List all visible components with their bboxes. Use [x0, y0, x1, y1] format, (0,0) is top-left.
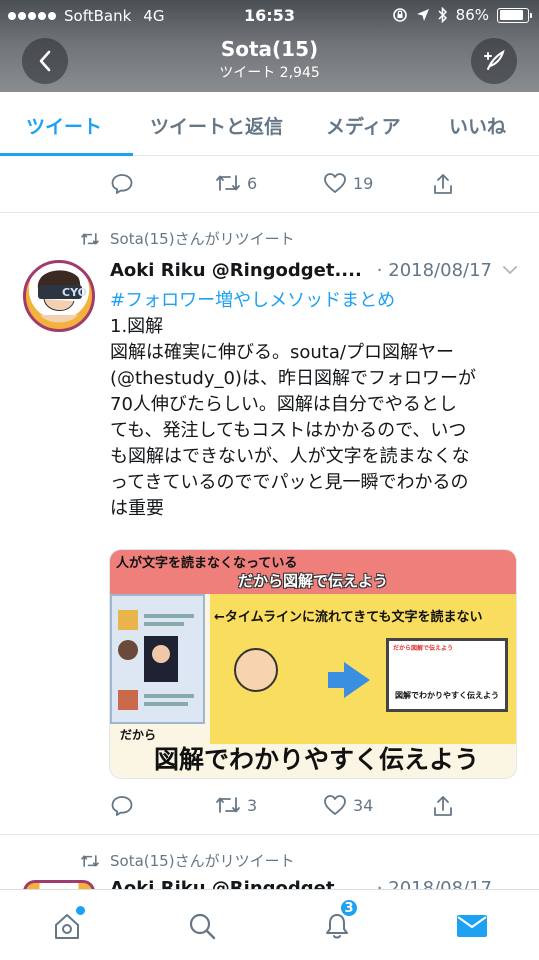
retweet-icon — [216, 797, 240, 813]
chevron-down-icon[interactable] — [502, 262, 518, 278]
tab-media[interactable]: メディア — [326, 112, 401, 139]
reply-button[interactable] — [110, 172, 134, 196]
avatar-image: CYO — [37, 270, 87, 323]
screen-title: だから図解で伝えよう — [393, 645, 454, 652]
svg-text:CYO: CYO — [62, 286, 87, 299]
profile-tabs: ツイート ツイートと返信 メディア いいね — [0, 92, 539, 156]
image-text-line2: だから図解で伝えよう — [237, 572, 388, 590]
notifications-badge: 3 — [339, 898, 359, 918]
retweet-icon — [216, 175, 240, 191]
new-content-dot — [76, 906, 85, 915]
share-icon — [434, 174, 452, 194]
bottom-navigation: 3 — [0, 889, 539, 960]
retweet-icon — [81, 232, 99, 245]
profile-name: Sota(15) — [220, 37, 319, 61]
previous-tweet-actions: 6 19 — [0, 172, 539, 202]
compose-feather-icon — [484, 49, 505, 70]
tweet-body: 1.図解 図解は確実に伸びる。souta/プロ図解ヤー (@thestudy_0… — [110, 316, 476, 519]
heart-icon — [324, 795, 346, 815]
screen-caption: 図解でわかりやすく伝えよう — [395, 691, 499, 700]
image-text-line1: 人が文字を読まなくなっている — [116, 556, 298, 571]
like-button[interactable]: 34 — [323, 794, 373, 816]
like-count: 34 — [353, 795, 374, 815]
home-icon — [55, 914, 79, 939]
retweet-count: 3 — [247, 795, 258, 815]
confused-person-illustration — [234, 648, 278, 692]
retweet-icon — [81, 854, 99, 867]
nav-notifications[interactable]: 3 — [317, 898, 359, 946]
retweeted-by: Sota(15)さんがリツイート — [80, 228, 295, 249]
author-name-handle[interactable]: Aoki Riku @Ringodget.... — [110, 260, 362, 281]
retweet-button[interactable]: 3 — [215, 794, 257, 816]
tab-tweets[interactable]: ツイート — [26, 112, 102, 139]
battery-level — [499, 10, 523, 20]
heart-icon — [324, 173, 346, 193]
mail-icon — [457, 915, 487, 937]
arrow-right-icon — [344, 662, 370, 698]
status-bar: SoftBank 4G 16:53 86% — [0, 0, 539, 32]
nav-messages[interactable] — [452, 906, 492, 946]
tweet-count: ツイート 2,945 — [219, 65, 320, 81]
tweet-separator — [0, 212, 539, 213]
retweeted-by-label: Sota(15)さんがリツイート — [110, 852, 295, 870]
avatar[interactable]: CYO — [23, 260, 95, 332]
tweet-header: Aoki Riku @Ringodget.... · 2018/08/17 — [110, 260, 522, 281]
reply-icon — [111, 174, 133, 194]
share-button[interactable] — [432, 172, 454, 196]
location-arrow-icon — [416, 9, 429, 21]
share-icon — [434, 796, 452, 816]
tweet-actions: 3 34 — [0, 794, 539, 824]
retweeted-by-label: Sota(15)さんがリツイート — [110, 230, 295, 248]
tweet-separator — [0, 834, 539, 835]
tweet-date[interactable]: · 2018/08/17 — [377, 260, 492, 281]
profile-header: SoftBank 4G 16:53 86% Sota(15) ツイート 2,94… — [0, 0, 539, 92]
reply-icon — [111, 796, 133, 816]
image-text-middle: ←タイムラインに流れてきても文字を読まない — [214, 610, 483, 625]
nav-search[interactable] — [182, 906, 222, 946]
like-button[interactable]: 19 — [323, 172, 373, 194]
tab-likes[interactable]: いいね — [449, 112, 506, 139]
retweet-count: 6 — [247, 173, 258, 193]
rotation-lock-icon — [392, 8, 407, 22]
image-text-bottom: 図解でわかりやすく伝えよう — [154, 745, 480, 774]
retweet-button[interactable]: 6 — [215, 172, 257, 194]
reply-button[interactable] — [110, 794, 134, 818]
battery-icon — [497, 7, 532, 23]
image-text-bottom-small: だから — [120, 728, 157, 742]
compose-button[interactable] — [471, 38, 517, 84]
like-count: 19 — [353, 173, 374, 193]
timeline-illustration — [110, 594, 205, 724]
tweet-image[interactable]: 人が文字を読まなくなっている だから図解で伝えよう ←タイムラインに流れてきても… — [109, 549, 517, 779]
search-icon — [189, 913, 216, 940]
bluetooth-icon — [438, 7, 447, 23]
share-button[interactable] — [432, 794, 454, 818]
tab-tweets-and-replies[interactable]: ツイートと返信 — [150, 112, 283, 139]
nav-home[interactable] — [47, 906, 87, 946]
active-tab-indicator — [0, 153, 133, 156]
retweeted-by: Sota(15)さんがリツイート — [80, 850, 295, 871]
hashtag-link[interactable]: #フォロワー増やしメソッドまとめ — [110, 286, 395, 312]
battery-percent: 86% — [455, 6, 489, 24]
